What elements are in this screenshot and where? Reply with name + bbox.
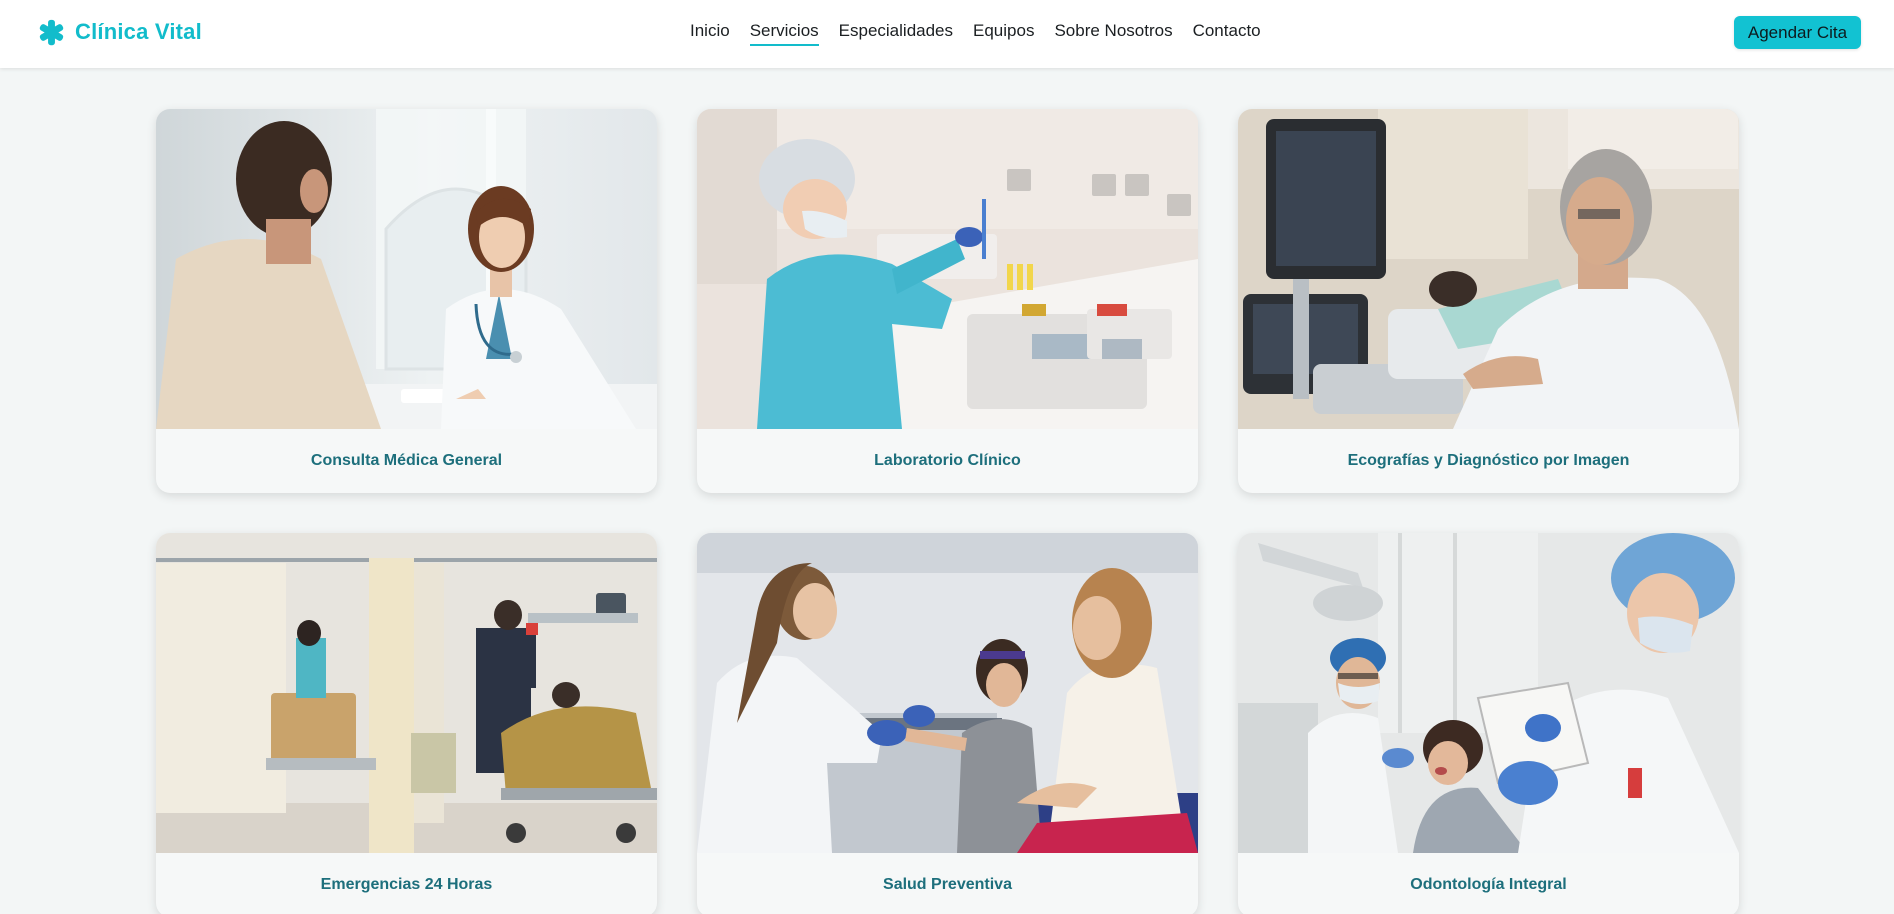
main-nav: Inicio Servicios Especialidades Equipos … — [690, 20, 1261, 46]
service-card-consulta[interactable]: Consulta Médica General — [156, 109, 657, 493]
service-card-emergencias[interactable]: Emergencias 24 Horas — [156, 533, 657, 914]
nav-item-especialidades[interactable]: Especialidades — [839, 21, 953, 46]
doctor-consultation-photo — [156, 109, 657, 429]
brand-name: Clínica Vital — [75, 19, 202, 44]
site-header: Clínica Vital Inicio Servicios Especiali… — [0, 0, 1894, 68]
ultrasound-exam-photo — [1238, 109, 1739, 429]
service-card-preventiva[interactable]: Salud Preventiva — [697, 533, 1198, 914]
service-card-title: Emergencias 24 Horas — [320, 876, 493, 893]
child-checkup-photo — [697, 533, 1198, 853]
service-card-title: Consulta Médica General — [310, 452, 503, 469]
nav-item-servicios[interactable]: Servicios — [749, 21, 819, 46]
service-card-ecografias[interactable]: Ecografías y Diagnóstico por Imagen — [1238, 109, 1739, 493]
book-appointment-button[interactable]: Agendar Cita — [1734, 16, 1861, 49]
service-card-title: Laboratorio Clínico — [874, 452, 1021, 469]
service-card-title: Odontología Integral — [1410, 876, 1567, 893]
services-grid: Consulta Médica General Laboratorio Clín… — [156, 109, 1741, 914]
service-card-title: Ecografías y Diagnóstico por Imagen — [1347, 452, 1630, 469]
medical-cross-icon — [39, 19, 64, 45]
service-card-title: Salud Preventiva — [883, 876, 1012, 893]
nav-item-sobre-nosotros[interactable]: Sobre Nosotros — [1054, 21, 1172, 46]
service-card-odontologia[interactable]: Odontología Integral — [1238, 533, 1739, 914]
lab-technician-photo — [697, 109, 1198, 429]
nav-item-contacto[interactable]: Contacto — [1193, 21, 1261, 46]
dental-care-photo — [1238, 533, 1739, 853]
brand-logo-link[interactable]: Clínica Vital — [37, 17, 202, 47]
nav-item-inicio[interactable]: Inicio — [690, 21, 730, 46]
nav-item-equipos[interactable]: Equipos — [973, 21, 1034, 46]
emergency-ward-photo — [156, 533, 657, 853]
service-card-laboratorio[interactable]: Laboratorio Clínico — [697, 109, 1198, 493]
